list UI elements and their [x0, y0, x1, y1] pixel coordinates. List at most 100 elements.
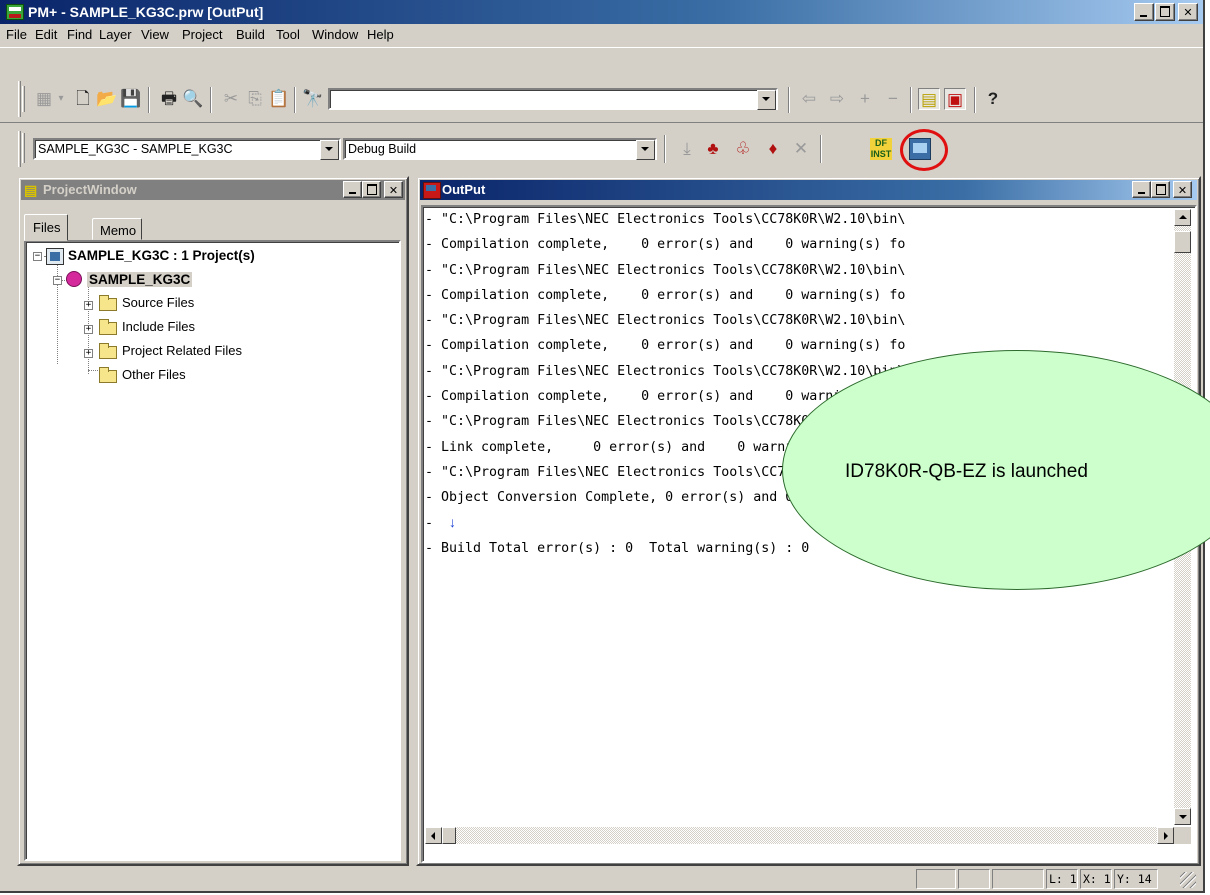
resize-grip-icon[interactable]	[1180, 872, 1196, 888]
scroll-thumb[interactable]	[442, 827, 456, 844]
clean-icon[interactable]: ✕	[790, 138, 812, 160]
menu-find[interactable]: Find	[67, 27, 92, 42]
project-window-icon[interactable]: ▤	[918, 88, 940, 110]
toolbar-grip[interactable]	[22, 133, 25, 163]
chevron-down-icon[interactable]	[320, 140, 339, 160]
print-icon[interactable]: 🖶	[158, 88, 180, 110]
toolbar-separator	[210, 87, 212, 113]
menu-tool[interactable]: Tool	[276, 27, 300, 42]
find-icon[interactable]: 🔭	[302, 88, 324, 110]
scroll-up-button[interactable]	[1174, 209, 1191, 226]
chevron-down-icon[interactable]: ▾	[55, 88, 67, 110]
tree-root-label[interactable]: SAMPLE_KG3C : 1 Project(s)	[68, 248, 255, 263]
highlight-ring	[900, 129, 948, 171]
menu-layer[interactable]: Layer	[99, 27, 132, 42]
folder-icon	[99, 343, 117, 359]
output-line: - Compilation complete, 0 error(s) and 0…	[425, 338, 906, 354]
save-icon[interactable]: 💾	[120, 88, 142, 110]
title-bar[interactable]: PM+ - SAMPLE_KG3C.prw [OutPut]	[0, 0, 1203, 24]
project-window-title: ProjectWindow	[43, 182, 137, 197]
menu-help[interactable]: Help	[367, 27, 394, 42]
folder-icon	[99, 319, 117, 335]
project-window-icon: ▤	[24, 182, 38, 198]
chevron-down-icon[interactable]	[757, 90, 776, 110]
project-window-titlebar[interactable]: ▤ ProjectWindow	[21, 180, 405, 200]
tool-build-icon[interactable]: ▦	[33, 88, 55, 110]
menu-build[interactable]: Build	[236, 27, 265, 42]
open-file-icon[interactable]: 📂	[96, 88, 118, 110]
tree-folder-other[interactable]: Other Files	[122, 367, 186, 382]
expand-icon[interactable]: +	[84, 301, 93, 310]
back-icon[interactable]: ⇦	[798, 88, 820, 110]
compile-icon[interactable]: ⤓	[676, 138, 698, 160]
standard-toolbar: ▦ ▾ 🗋 📂 💾 🖶 🔍 ✂ ⎘ 📋 🔭 ⇦ ⇨ + − ▤ ▣ ?	[0, 84, 1203, 116]
horizontal-scrollbar[interactable]	[425, 827, 1174, 844]
remove-icon[interactable]: −	[882, 88, 904, 110]
maximize-button[interactable]	[1155, 3, 1175, 21]
stop-build-icon[interactable]: ♦	[762, 138, 784, 160]
menu-file[interactable]: File	[6, 27, 27, 42]
scroll-down-button[interactable]	[1174, 808, 1191, 825]
tree-folder-include[interactable]: Include Files	[122, 319, 195, 334]
tab-memo[interactable]: Memo	[92, 218, 142, 240]
minimize-button[interactable]	[343, 181, 362, 198]
chevron-up-icon	[1179, 215, 1187, 219]
new-file-icon[interactable]: 🗋	[72, 88, 94, 110]
close-icon	[385, 182, 402, 198]
project-combo[interactable]: SAMPLE_KG3C - SAMPLE_KG3C	[33, 138, 341, 160]
maximize-icon	[1156, 4, 1174, 20]
tab-files[interactable]: Files	[24, 214, 68, 241]
app-icon[interactable]	[6, 4, 24, 20]
build-icon[interactable]: ♣	[702, 138, 724, 160]
minimize-button[interactable]	[1134, 3, 1154, 21]
close-button[interactable]	[1178, 3, 1198, 21]
chevron-right-icon	[1164, 832, 1168, 840]
maximize-button[interactable]	[1151, 181, 1170, 198]
debugger-settings-icon[interactable]: DF INST	[870, 138, 892, 160]
menu-window[interactable]: Window	[312, 27, 358, 42]
output-line: - Compilation complete, 0 error(s) and 0…	[425, 237, 906, 253]
close-icon	[1179, 4, 1197, 20]
paste-icon[interactable]: 📋	[268, 88, 290, 110]
chevron-down-icon[interactable]	[636, 140, 655, 160]
close-button[interactable]	[1173, 181, 1192, 198]
cut-icon[interactable]: ✂	[220, 88, 242, 110]
minimize-button[interactable]	[1132, 181, 1151, 198]
status-pane	[916, 869, 956, 889]
toolbar-separator	[294, 87, 296, 113]
add-icon[interactable]: +	[854, 88, 876, 110]
forward-icon[interactable]: ⇨	[826, 88, 848, 110]
rebuild-icon[interactable]: ♧	[732, 138, 754, 160]
expand-icon[interactable]: +	[84, 325, 93, 334]
toolbar-grip[interactable]	[22, 86, 25, 112]
output-line: - Compilation complete, 0 error(s) and 0…	[425, 287, 906, 303]
print-preview-icon[interactable]: 🔍	[182, 88, 204, 110]
scroll-left-button[interactable]	[425, 827, 442, 844]
build-toolbar: SAMPLE_KG3C - SAMPLE_KG3C Debug Build ⤓ …	[0, 131, 1203, 167]
build-mode-combo[interactable]: Debug Build	[343, 138, 657, 160]
output-line: - "C:\Program Files\NEC Electronics Tool…	[425, 212, 906, 227]
project-combo-value: SAMPLE_KG3C - SAMPLE_KG3C	[38, 142, 233, 156]
tree-folder-project-related[interactable]: Project Related Files	[122, 343, 242, 358]
close-button[interactable]	[384, 181, 403, 198]
help-icon[interactable]: ?	[982, 88, 1004, 110]
collapse-icon[interactable]: −	[53, 276, 62, 285]
output-window-icon[interactable]: ▣	[944, 88, 966, 110]
maximize-button[interactable]	[362, 181, 381, 198]
output-window-titlebar[interactable]: OutPut	[420, 180, 1197, 200]
menu-view[interactable]: View	[141, 27, 169, 42]
copy-icon[interactable]: ⎘	[244, 88, 266, 110]
collapse-icon[interactable]: −	[33, 252, 42, 261]
menu-project[interactable]: Project	[182, 27, 222, 42]
menu-edit[interactable]: Edit	[35, 27, 57, 42]
scroll-thumb[interactable]	[1174, 231, 1191, 253]
size-grip[interactable]	[1174, 827, 1191, 844]
expand-icon[interactable]: +	[84, 349, 93, 358]
tree-folder-source[interactable]: Source Files	[122, 295, 194, 310]
scroll-right-button[interactable]	[1157, 827, 1174, 844]
file-tree[interactable]: − SAMPLE_KG3C : 1 Project(s) − SAMPLE_KG…	[24, 240, 401, 861]
folder-icon	[99, 367, 117, 383]
find-combo[interactable]	[328, 88, 778, 110]
minimize-icon	[1133, 182, 1150, 197]
tree-project-label[interactable]: SAMPLE_KG3C	[87, 272, 193, 287]
